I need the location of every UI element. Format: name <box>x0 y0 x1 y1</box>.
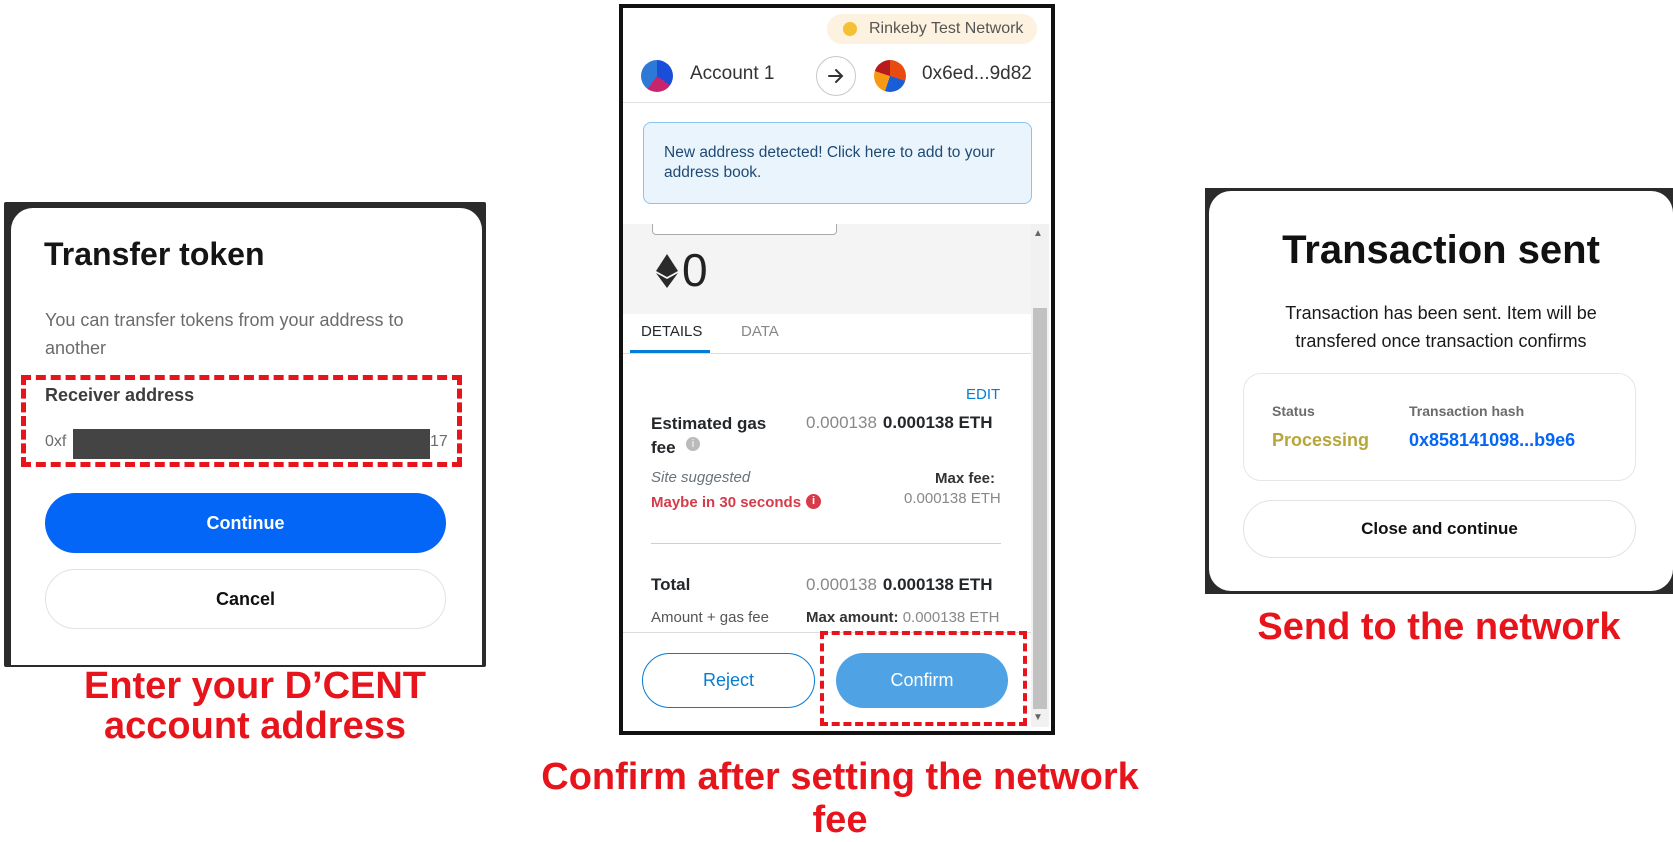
from-account-avatar <box>641 60 673 92</box>
details-divider <box>651 543 1001 544</box>
scroll-up-icon[interactable]: ▲ <box>1033 228 1043 239</box>
caption-send-network: Send to the network <box>1257 606 1621 648</box>
info-icon[interactable]: i <box>686 437 700 451</box>
max-amount: Max amount: 0.000138 ETH <box>806 609 999 626</box>
from-account-name: Account 1 <box>690 63 775 84</box>
max-amount-value: 0.000138 ETH <box>902 609 1000 626</box>
continue-button[interactable]: Continue <box>45 493 446 553</box>
site-suggested-label: Site suggested <box>651 469 751 486</box>
transaction-sent-description: Transaction has been sent. Item will be … <box>1285 303 1597 351</box>
to-account-avatar <box>874 60 906 92</box>
caption-enter-address: Enter your D’CENT account address <box>83 665 427 747</box>
cancel-button[interactable]: Cancel <box>45 569 446 629</box>
total-primary: 0.000138 ETH <box>882 575 993 594</box>
status-label: Status <box>1272 403 1315 419</box>
transfer-description: You can transfer tokens from your addres… <box>45 310 404 358</box>
scrollbar-thumb[interactable] <box>1033 308 1047 709</box>
status-value: Processing <box>1272 430 1370 450</box>
max-fee-label: Max fee: <box>935 470 996 487</box>
transaction-info-box <box>1243 373 1636 481</box>
send-amount: 0 <box>682 244 708 296</box>
max-fee-value: 0.000138 ETH <box>904 490 1001 507</box>
scroll-down-icon[interactable]: ▼ <box>1033 712 1043 723</box>
warning-info-icon[interactable]: i <box>806 494 821 509</box>
network-name: Rinkeby Test Network <box>869 20 1024 37</box>
caption-confirm-fee: Confirm after setting the network fee <box>541 756 1139 841</box>
ethereum-icon <box>656 254 678 293</box>
network-badge[interactable]: Rinkeby Test Network <box>827 14 1037 44</box>
gas-fee-primary: 0.000138 ETH <box>882 413 993 432</box>
transaction-sent-title: Transaction sent <box>1282 228 1600 272</box>
timing-estimate: Maybe in 30 seconds <box>651 494 802 511</box>
network-status-dot <box>843 22 857 36</box>
total-value: 0.000138 0.000138 ETH <box>806 575 993 595</box>
amount-gas-label: Amount + gas fee <box>651 609 769 626</box>
origin-pill <box>652 224 837 235</box>
edit-gas-link[interactable]: EDIT <box>966 386 1000 403</box>
gas-fee-secondary: 0.000138 <box>806 413 877 432</box>
tab-data[interactable]: DATA <box>741 323 779 340</box>
estimated-gas-fee-label: Estimated gas fee <box>651 414 767 457</box>
max-amount-label: Max amount: <box>806 609 899 626</box>
transaction-hash-link[interactable]: 0x858141098...b9e6 <box>1409 430 1575 451</box>
reject-button[interactable]: Reject <box>642 653 815 708</box>
gas-fee-value: 0.000138 0.000138 ETH <box>806 413 993 433</box>
transaction-hash-label: Transaction hash <box>1409 403 1525 419</box>
total-label: Total <box>651 575 691 594</box>
confirm-highlight <box>820 631 1027 726</box>
tabs-divider <box>623 353 1031 354</box>
to-account-address[interactable]: 0x6ed...9d82 <box>922 63 1032 85</box>
new-address-alert[interactable]: New address detected! Click here to add … <box>643 122 1032 204</box>
transfer-title: Transfer token <box>44 236 265 272</box>
active-tab-indicator <box>630 350 710 353</box>
total-secondary: 0.000138 <box>806 575 877 594</box>
close-and-continue-button[interactable]: Close and continue <box>1243 500 1636 558</box>
receiver-address-highlight <box>21 375 462 467</box>
arrow-right-icon <box>816 56 856 96</box>
tab-details[interactable]: DETAILS <box>641 323 702 340</box>
